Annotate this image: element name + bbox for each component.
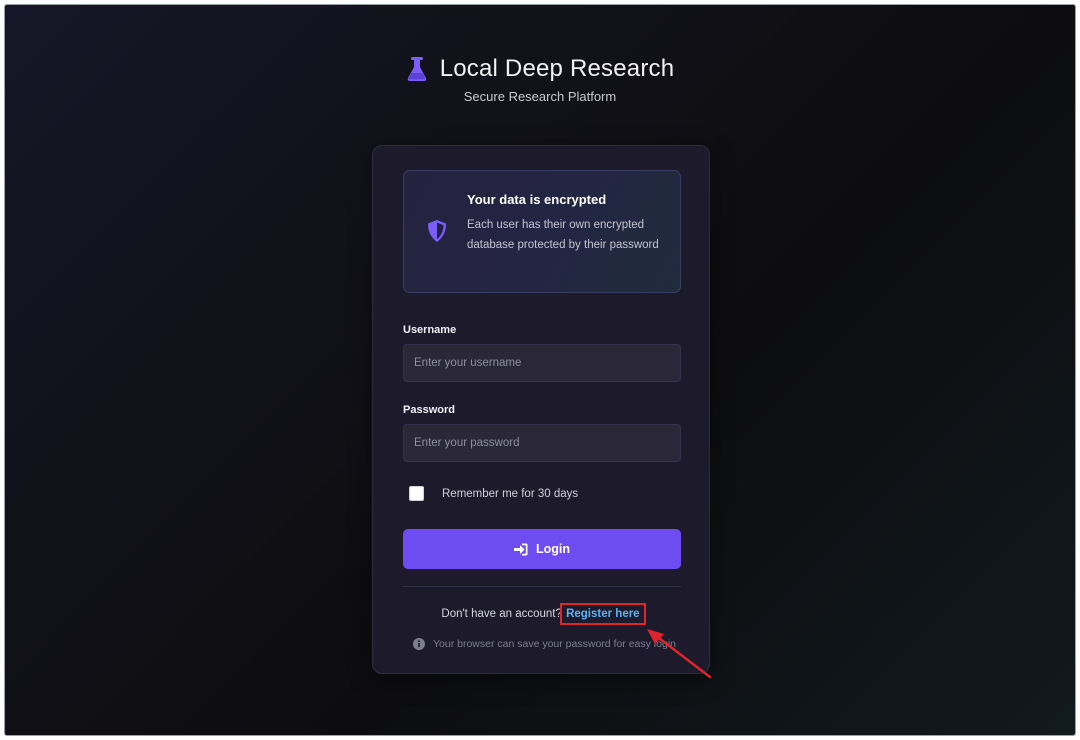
- password-label: Password: [403, 404, 455, 416]
- notice-title: Your data is encrypted: [467, 192, 607, 207]
- remember-me-row: Remember me for 30 days: [409, 486, 578, 501]
- annotation-arrow: [647, 629, 712, 679]
- info-icon: [413, 638, 425, 650]
- username-label: Username: [403, 324, 457, 336]
- app-subtitle: Secure Research Platform: [463, 89, 617, 104]
- password-input[interactable]: [403, 424, 681, 462]
- register-prompt: Don't have an account?: [441, 608, 562, 620]
- app-window: Local Deep Research Secure Research Plat…: [4, 4, 1076, 736]
- notice-text: Each user has their own encrypted databa…: [467, 219, 659, 251]
- login-button[interactable]: Login: [403, 529, 681, 569]
- divider: [403, 586, 681, 587]
- username-input[interactable]: [403, 344, 681, 382]
- remember-me-label[interactable]: Remember me for 30 days: [442, 488, 578, 500]
- encryption-notice: Your data is encrypted Each user has the…: [403, 170, 681, 293]
- password-hint: Your browser can save your password for …: [413, 638, 676, 650]
- shield-icon: [427, 220, 447, 242]
- login-card: Your data is encrypted Each user has the…: [372, 145, 710, 674]
- app-title: Local Deep Research: [439, 55, 675, 82]
- brand-header: Local Deep Research: [5, 55, 1075, 83]
- register-row: Don't have an account? Register here: [373, 603, 709, 625]
- flask-icon: [407, 57, 426, 81]
- sign-in-icon: [513, 543, 528, 555]
- login-button-label: Login: [535, 542, 570, 556]
- register-link[interactable]: Register here: [560, 603, 646, 625]
- hint-text: Your browser can save your password for …: [433, 638, 676, 650]
- remember-me-checkbox[interactable]: [409, 486, 424, 501]
